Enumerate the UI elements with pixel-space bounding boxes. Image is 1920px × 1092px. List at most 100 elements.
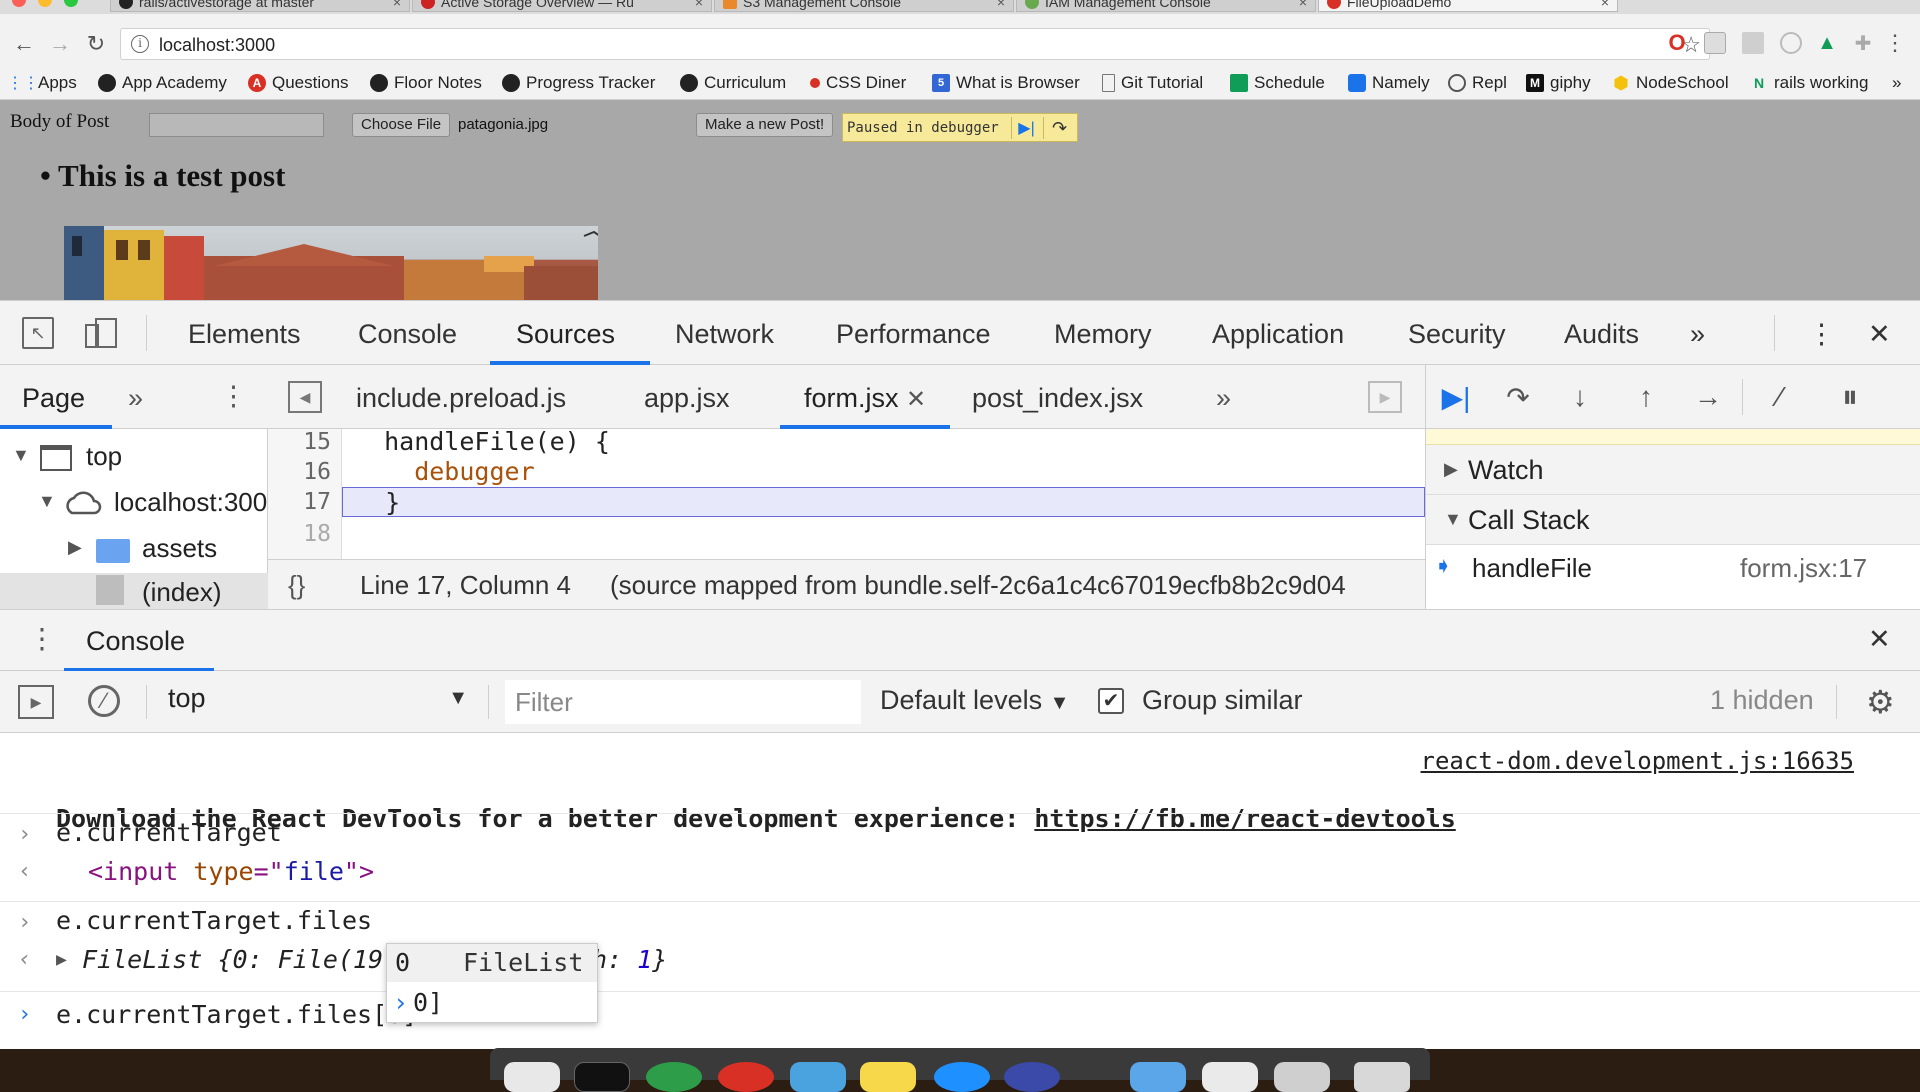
file-tab-post-index[interactable]: post_index.jsx <box>972 383 1143 414</box>
document-icon[interactable] <box>1274 1062 1330 1092</box>
call-stack-section-header[interactable]: ▼ Call Stack <box>1426 495 1920 545</box>
url-field[interactable]: i localhost:3000 ☆ <box>120 28 1710 60</box>
bookmark-schedule[interactable]: Schedule <box>1230 72 1325 94</box>
group-similar-label[interactable]: Group similar <box>1142 685 1303 716</box>
group-similar-checkbox[interactable]: ✔ <box>1098 688 1124 714</box>
step-out-icon[interactable]: ↑ <box>1626 379 1666 415</box>
expand-arrow-icon[interactable]: ▼ <box>12 445 30 466</box>
drawer-menu-kebab-icon[interactable]: ⋮ <box>28 622 56 655</box>
minimize-window-button[interactable] <box>38 0 52 7</box>
bookmark-nodeschool[interactable]: ⬢ NodeSchool <box>1612 72 1728 94</box>
pretty-print-button[interactable]: {} <box>288 570 305 601</box>
source-map-info[interactable]: (source mapped from bundle.self-2c6a1c4c… <box>610 570 1346 601</box>
bookmarks-overflow-button[interactable]: » <box>1892 72 1901 94</box>
console-settings-gear-icon[interactable]: ⚙ <box>1866 683 1895 721</box>
toggle-debugger-icon[interactable]: ▶ <box>1368 381 1402 413</box>
browser-tab-active[interactable]: FileUploadDemo × <box>1318 0 1618 12</box>
tab-network[interactable]: Network <box>675 319 774 350</box>
close-window-button[interactable] <box>12 0 26 7</box>
bookmark-what-is-browser[interactable]: 5 What is Browser <box>932 72 1080 94</box>
browser-tab[interactable]: S3 Management Console × <box>714 0 1014 12</box>
extension-icon[interactable] <box>1780 32 1802 54</box>
opera-icon[interactable]: O <box>1666 30 1688 55</box>
url-text[interactable]: localhost:3000 <box>159 35 275 56</box>
tab-sources[interactable]: Sources <box>516 319 615 350</box>
tree-item-assets[interactable]: ▶ assets <box>0 527 268 571</box>
result-filelist[interactable]: FileList {0: File(19 <box>82 945 383 974</box>
log-levels-dropdown[interactable]: Default levels ▼ <box>880 685 1069 716</box>
console-filter-input[interactable] <box>505 680 861 724</box>
choose-file-button[interactable]: Choose File <box>352 113 451 137</box>
close-tab-icon[interactable]: × <box>393 0 401 11</box>
file-tab-app[interactable]: app.jsx <box>644 383 730 414</box>
autocomplete-item-selected[interactable]: › 0] <box>387 982 597 1022</box>
file-tabs-overflow-button[interactable]: » <box>1216 383 1231 414</box>
info-icon[interactable]: i <box>131 35 149 53</box>
extension-icon[interactable] <box>1742 32 1764 54</box>
collapse-arrow-icon[interactable]: ▶ <box>68 537 82 558</box>
show-sidebar-icon[interactable]: ▶ <box>18 685 54 719</box>
body-of-post-input[interactable] <box>149 113 324 137</box>
toggle-navigator-icon[interactable]: ◀ <box>288 381 322 413</box>
close-devtools-icon[interactable]: ✕ <box>1868 319 1891 350</box>
close-tab-icon[interactable]: × <box>997 0 1005 11</box>
tab-audits[interactable]: Audits <box>1564 319 1639 350</box>
bookmark-namely[interactable]: Namely <box>1348 72 1430 94</box>
message-source-link[interactable]: react-dom.development.js:16635 <box>1421 747 1854 775</box>
tree-item-localhost[interactable]: ▼ localhost:3000 <box>0 481 268 525</box>
notes-icon[interactable] <box>860 1062 916 1092</box>
terminal-icon[interactable] <box>574 1062 630 1092</box>
devtools-menu-kebab-icon[interactable]: ⋮ <box>1808 319 1835 350</box>
messages-icon[interactable] <box>790 1062 846 1092</box>
resume-icon[interactable]: ▶| <box>1011 117 1041 139</box>
tab-memory[interactable]: Memory <box>1054 319 1152 350</box>
tab-page[interactable]: Page <box>22 383 85 414</box>
step-over-icon[interactable]: ↷ <box>1043 117 1075 139</box>
bookmark-app-academy[interactable]: App Academy <box>98 72 227 94</box>
line-number[interactable]: 15 <box>303 429 331 455</box>
app-icon[interactable] <box>646 1062 702 1092</box>
tab-console[interactable]: Console <box>358 319 457 350</box>
bookmark-questions[interactable]: A Questions <box>248 72 349 94</box>
line-number[interactable]: 17 <box>303 489 331 515</box>
tab-application[interactable]: Application <box>1212 319 1344 350</box>
file-tab-include-preload[interactable]: include.preload.js <box>356 383 566 414</box>
call-frame-location[interactable]: form.jsx:17 <box>1740 553 1867 584</box>
bookmark-rails-working[interactable]: Nrails working <box>1750 72 1869 94</box>
navigator-menu-kebab-icon[interactable]: ⋮ <box>220 381 247 412</box>
chrome-icon[interactable] <box>718 1062 774 1092</box>
extension-icon[interactable] <box>1704 32 1726 54</box>
console-output[interactable]: react-dom.development.js:16635 Download … <box>0 733 1920 1049</box>
close-drawer-icon[interactable]: ✕ <box>1868 624 1891 655</box>
bookmark-curriculum[interactable]: Curriculum <box>680 72 786 94</box>
call-frame[interactable]: ➧ handleFile form.jsx:17 <box>1426 545 1920 593</box>
finder-icon[interactable] <box>504 1062 560 1092</box>
close-tab-icon[interactable]: × <box>1601 0 1609 11</box>
browser-tab[interactable]: rails/activestorage at master × <box>110 0 410 12</box>
drive-icon[interactable]: ▲ <box>1816 32 1838 54</box>
resume-icon[interactable]: ▶| <box>1436 379 1476 415</box>
back-arrow-icon[interactable]: ← <box>12 31 36 56</box>
bookmark-apps[interactable]: ⋮⋮ Apps <box>7 72 77 94</box>
line-gutter[interactable]: 15 16 17 18 <box>268 429 342 559</box>
autocomplete-item[interactable]: 0 FileList <box>387 944 597 982</box>
trash-icon[interactable] <box>1354 1062 1410 1092</box>
context-selector[interactable]: top ▼ <box>168 683 468 721</box>
inspect-element-icon[interactable]: ↖ <box>22 317 54 349</box>
expand-arrow-icon[interactable]: ▼ <box>38 491 56 512</box>
line-number[interactable]: 18 <box>303 521 331 547</box>
zoom-window-button[interactable] <box>64 0 78 7</box>
reload-icon[interactable]: ↻ <box>84 31 108 56</box>
close-tab-icon[interactable]: × <box>1299 0 1307 11</box>
console-prompt-line[interactable]: › e.currentTarget.files[0] <box>0 991 1920 1037</box>
forward-arrow-icon[interactable]: → <box>48 31 72 56</box>
result-element[interactable]: <input type="file"> <box>88 857 374 886</box>
make-new-post-button[interactable]: Make a new Post! <box>696 113 834 137</box>
bookmark-floor-notes[interactable]: Floor Notes <box>370 72 482 94</box>
browser-tab[interactable]: IAM Management Console × <box>1016 0 1316 12</box>
pause-on-exceptions-icon[interactable]: ⏸ <box>1830 378 1870 415</box>
tree-item-top[interactable]: ▼ top <box>0 435 268 479</box>
line-number[interactable]: 16 <box>303 459 331 485</box>
clear-console-icon[interactable]: ⁄ <box>88 685 120 717</box>
navigator-overflow-button[interactable]: » <box>128 383 143 414</box>
